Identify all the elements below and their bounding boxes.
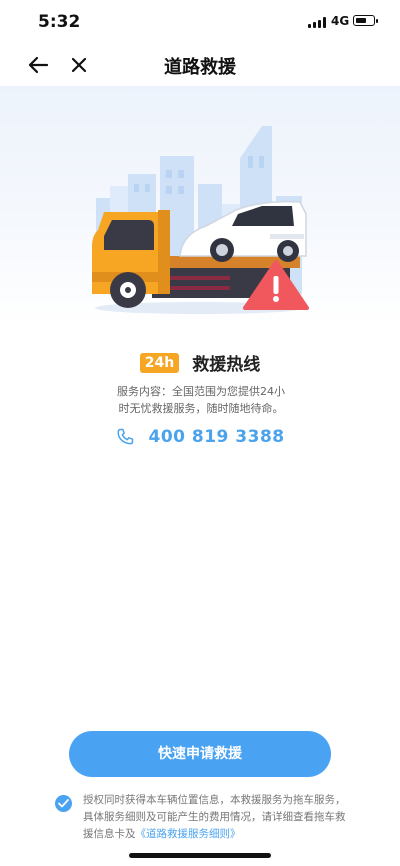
hotline-title: 救援热线 <box>192 355 261 375</box>
phone-call-link[interactable]: 400 819 3388 <box>0 426 400 447</box>
service-terms-link[interactable]: 《道路救援服务细则》 <box>136 828 241 840</box>
consent-checkbox[interactable] <box>55 795 72 812</box>
service-description: 服务内容：全国范围为您提供24小时无忧救援服务，随时随地待命。 <box>117 385 285 415</box>
nav-bar: 道路救援 <box>0 44 400 86</box>
24h-badge: 24h <box>139 352 180 373</box>
home-indicator <box>129 853 271 858</box>
battery-level <box>355 17 366 23</box>
network-label: 4G <box>331 14 350 28</box>
hero-banner <box>0 86 400 326</box>
page-title: 道路救援 <box>164 57 236 78</box>
signal-icon <box>308 17 328 28</box>
hotline-header: 24h 救援热线 <box>0 350 400 375</box>
tow-truck-illustration <box>92 126 309 314</box>
status-bar: 5:32 4G <box>0 0 400 44</box>
phone-icon <box>117 428 134 444</box>
status-time: 5:32 <box>38 12 81 32</box>
battery-icon <box>353 15 378 26</box>
check-icon <box>58 799 69 808</box>
consent-text: 授权同时获得本车辆位置信息，本救援服务为拖车服务，具体服务细则及可能产生的费用情… <box>83 792 351 843</box>
quick-rescue-button[interactable]: 快速申请救援 <box>69 731 331 777</box>
hotline-number[interactable]: 400 819 3388 <box>148 427 284 447</box>
